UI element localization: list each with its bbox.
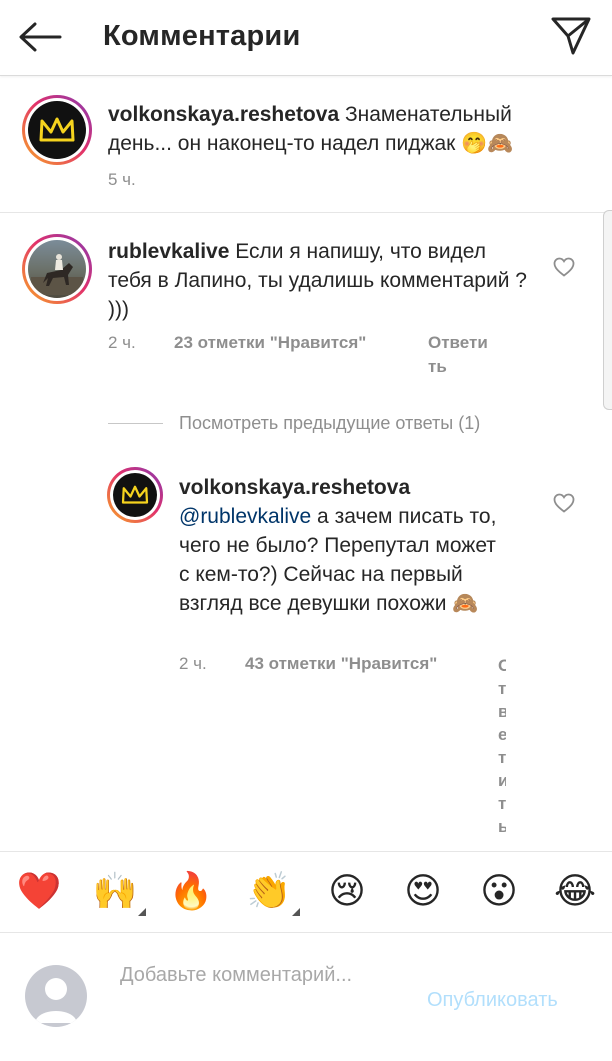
emoji-raising-hands-button[interactable]: 🙌 xyxy=(90,866,146,916)
comment-like-button[interactable] xyxy=(550,254,578,280)
emoji-surprised-face-button[interactable]: 😮 xyxy=(474,866,524,916)
reply-time: 2 ч. xyxy=(179,654,207,673)
share-button[interactable] xyxy=(546,12,596,60)
reply-mention-link[interactable]: @rublevkalive xyxy=(179,505,311,528)
page-title: Комментарии xyxy=(103,20,301,52)
replies-line xyxy=(108,423,163,424)
comment-time: 2 ч. xyxy=(108,333,136,352)
current-user-avatar xyxy=(25,965,87,1027)
paper-plane-icon xyxy=(551,17,591,55)
caption-divider xyxy=(0,212,612,213)
comment-likes-count[interactable]: 23 отметки "Нравится" xyxy=(174,333,366,353)
back-button[interactable] xyxy=(14,14,66,60)
view-previous-replies-button[interactable]: Посмотреть предыдущие ответы (1) xyxy=(179,413,480,434)
skin-tone-indicator-icon xyxy=(292,908,300,916)
tears-of-joy-icon: 😂 xyxy=(553,870,597,911)
reply-avatar[interactable] xyxy=(107,467,163,523)
default-user-icon xyxy=(35,978,77,1023)
caption-text: volkonskaya.reshetova Знаменательный ден… xyxy=(108,100,568,158)
heart-outline-icon xyxy=(553,257,575,277)
reply-label-line1: Ответи xyxy=(428,333,488,352)
reply-reply-letter: в xyxy=(498,702,506,721)
emoji-crying-face-button[interactable]: 😢 xyxy=(322,866,372,916)
reply-reply-button[interactable]: Ответить xyxy=(498,654,506,840)
reply-reply-letter: т xyxy=(498,794,506,813)
emoji-fire-button[interactable]: 🔥 xyxy=(166,866,216,916)
reply-reply-letter: О xyxy=(498,656,506,675)
publish-button[interactable]: Опубликовать xyxy=(427,989,558,1012)
caption-username[interactable]: volkonskaya.reshetova xyxy=(108,103,339,126)
crown-logo-icon xyxy=(39,117,75,142)
emoji-red-heart-button[interactable]: ❤️ xyxy=(14,866,64,916)
reply-text: volkonskaya.reshetova @rublevkalive а за… xyxy=(179,473,509,618)
scrollbar[interactable] xyxy=(603,210,612,410)
red-heart-icon: ❤️ xyxy=(16,870,62,911)
reply-reply-letter: т xyxy=(498,748,506,767)
comment-input[interactable] xyxy=(120,961,400,1021)
top-bar: Комментарии xyxy=(0,0,612,76)
reply-likes-count[interactable]: 43 отметки "Нравится" xyxy=(245,654,437,674)
rider-photo-icon xyxy=(31,254,83,295)
heart-eyes-icon: 😍 xyxy=(404,870,442,911)
reply-label-line2: ть xyxy=(428,357,447,376)
emoji-tears-of-joy-button[interactable]: 😂 xyxy=(550,866,600,916)
raising-hands-icon: 🙌 xyxy=(92,870,138,911)
heart-outline-icon xyxy=(553,493,575,513)
surprised-face-icon: 😮 xyxy=(480,870,518,911)
arrow-left-icon xyxy=(19,22,62,52)
emoji-heart-eyes-button[interactable]: 😍 xyxy=(398,866,448,916)
emoji-clapping-hands-button[interactable]: 👏 xyxy=(244,866,300,916)
comment-reply-button[interactable]: Ответи ть xyxy=(428,331,488,379)
comment-composer: Опубликовать xyxy=(0,933,612,1061)
reply-username[interactable]: volkonskaya.reshetova xyxy=(179,476,410,499)
crown-logo-icon xyxy=(121,485,149,504)
comment-username[interactable]: rublevkalive xyxy=(108,240,229,263)
crying-face-icon: 😢 xyxy=(328,870,366,911)
skin-tone-indicator-icon xyxy=(138,908,146,916)
fire-icon: 🔥 xyxy=(168,870,214,911)
reply-reply-letter: и xyxy=(498,771,506,790)
clapping-hands-icon: 👏 xyxy=(246,870,292,911)
comment-avatar[interactable] xyxy=(22,234,92,304)
reply-reply-letter: ь xyxy=(498,817,506,836)
caption-avatar[interactable] xyxy=(22,95,92,165)
comment-text: rublevkalive Если я напишу, что видел те… xyxy=(108,237,528,324)
caption-time: 5 ч. xyxy=(108,170,136,189)
quick-emoji-bar: ❤️ 🙌 🔥 👏 😢 😍 😮 😂 xyxy=(0,851,612,933)
reply-reply-letter: т xyxy=(498,679,506,698)
reply-reply-letter: е xyxy=(498,725,506,744)
reply-like-button[interactable] xyxy=(550,490,578,516)
